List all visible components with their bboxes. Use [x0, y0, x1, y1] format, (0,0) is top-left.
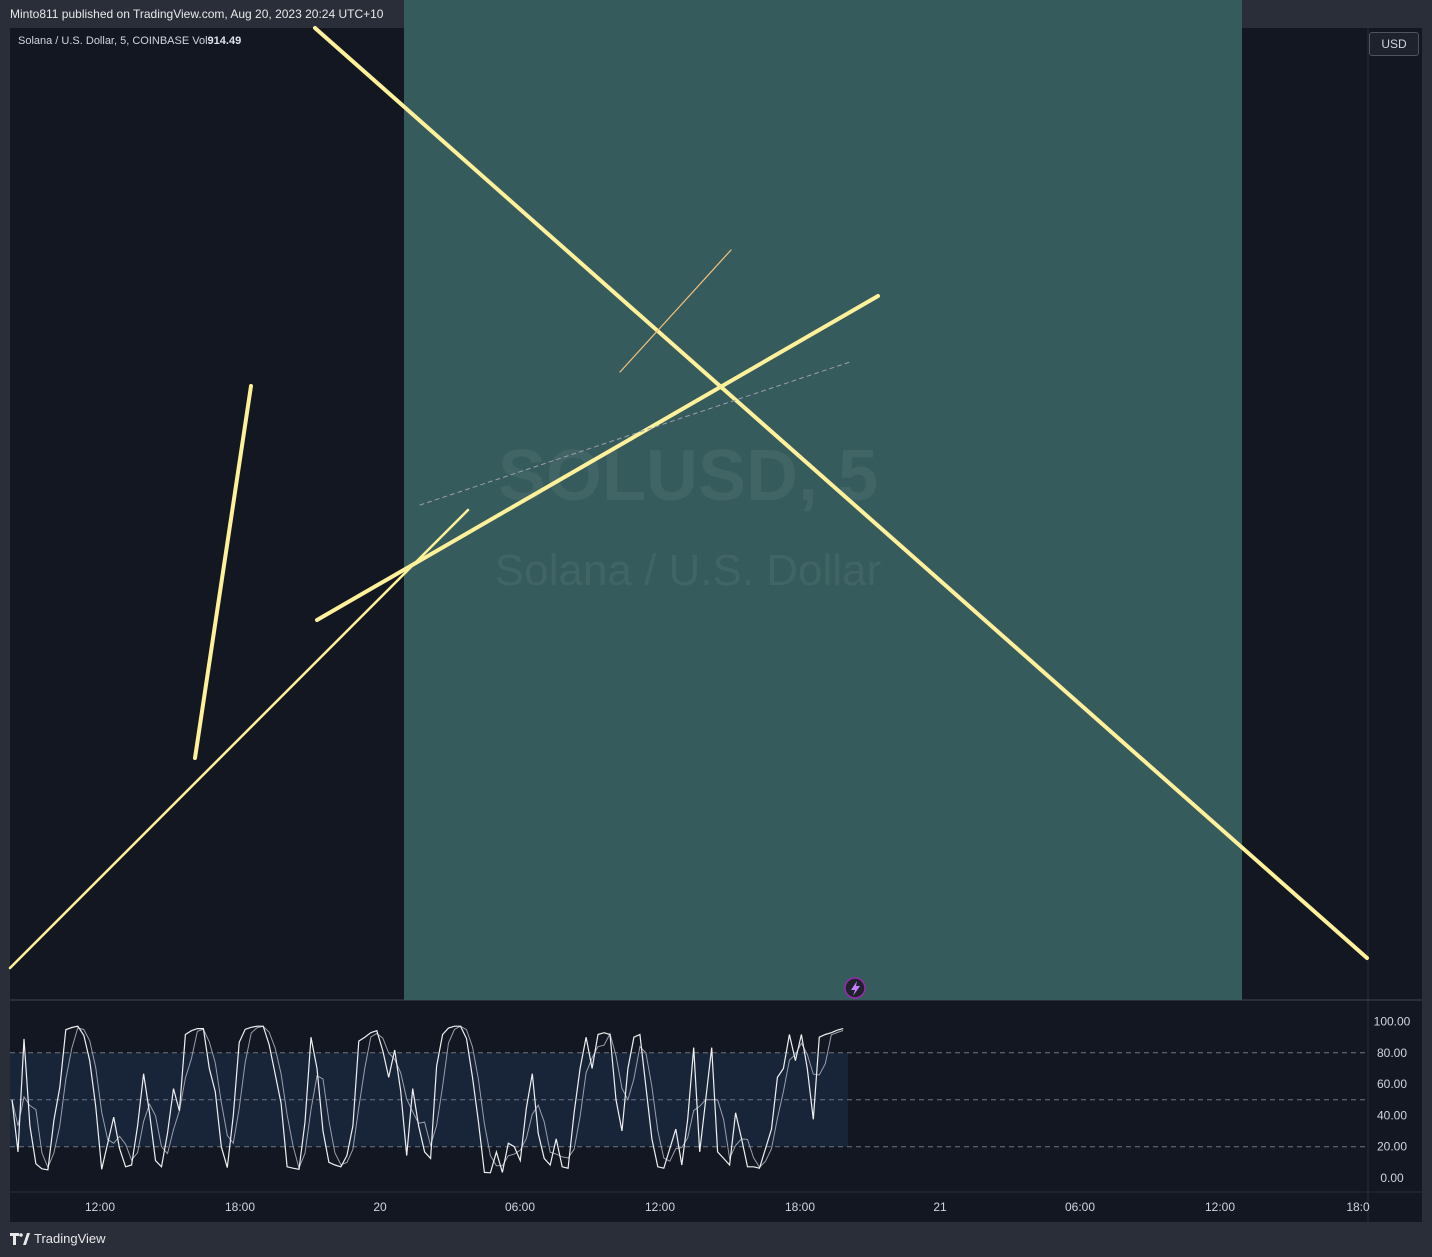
- stoch-axis-tick: 60.00: [1377, 1077, 1407, 1091]
- time-axis-tick: 18:0: [1346, 1200, 1370, 1214]
- trendline-impulse: [193, 384, 253, 760]
- stoch-axis-tick: 100.00: [1374, 1015, 1411, 1029]
- legend-symbol: Solana / U.S. Dollar, 5, COINBASE: [18, 35, 190, 47]
- stoch-axis-tick: 20.00: [1377, 1140, 1407, 1154]
- stoch-axis-tick: 80.00: [1377, 1046, 1407, 1060]
- stoch-axis-tick: 40.00: [1377, 1108, 1407, 1122]
- currency-button[interactable]: USD: [1369, 32, 1419, 56]
- watermark-name: Solana / U.S. Dollar: [495, 546, 881, 595]
- time-axis-tick: 18:00: [225, 1200, 255, 1214]
- time-axis-tick: 06:00: [1065, 1200, 1095, 1214]
- legend-vol-label: Vol: [192, 35, 208, 47]
- time-axis-tick: 12:00: [645, 1200, 675, 1214]
- time-axis-tick: 12:00: [85, 1200, 115, 1214]
- chart-legend: Solana / U.S. Dollar, 5, COINBASE Vol914…: [18, 35, 241, 47]
- tradingview-brand: TradingView: [34, 1231, 106, 1246]
- time-axis-tick: 18:00: [785, 1200, 815, 1214]
- time-axis-tick: 12:00: [1205, 1200, 1235, 1214]
- time-axis-tick: 21: [933, 1200, 947, 1214]
- chart-canvas[interactable]: SOLUSD, 5Solana / U.S. Dollar1(22.17)0.7…: [0, 0, 1432, 1257]
- trendline-ascending-support: [8, 508, 470, 970]
- tradingview-logo-icon: [10, 1232, 30, 1245]
- stoch-axis-tick: 0.00: [1380, 1171, 1404, 1185]
- legend-vol-value: 914.49: [207, 35, 242, 47]
- tradingview-logo[interactable]: TradingView: [10, 1231, 106, 1246]
- time-axis-tick: 20: [373, 1200, 387, 1214]
- time-axis-tick: 06:00: [505, 1200, 535, 1214]
